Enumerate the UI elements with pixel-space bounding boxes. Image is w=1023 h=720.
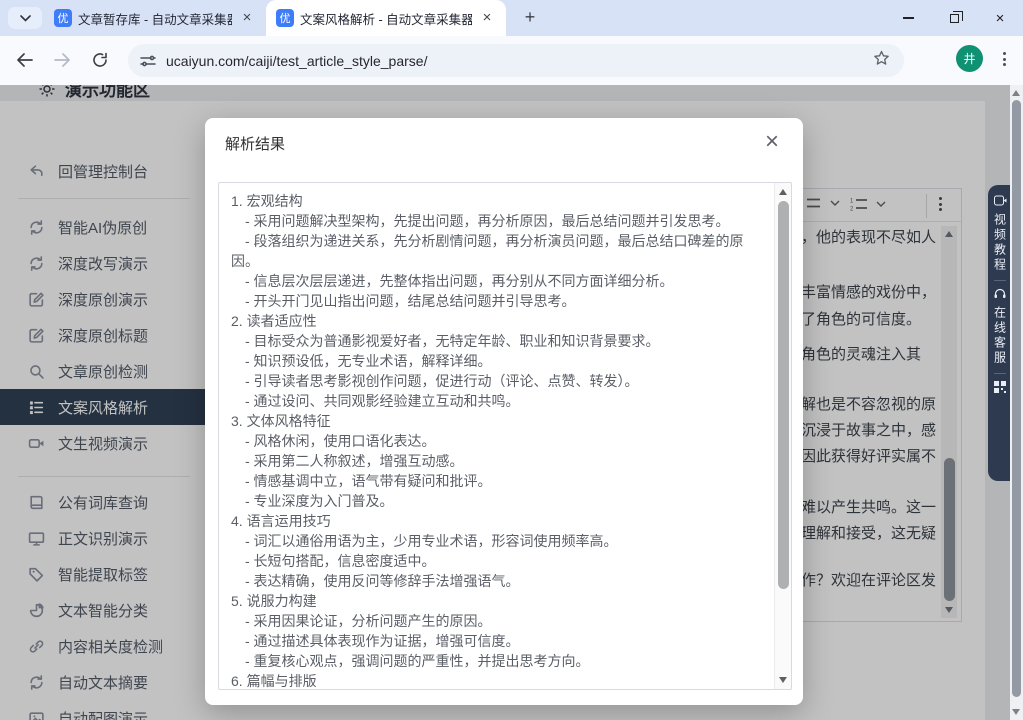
tab-close-icon[interactable]: ×	[478, 9, 496, 27]
tab-close-icon[interactable]: ×	[238, 9, 256, 27]
page-scrollbar[interactable]	[1010, 85, 1023, 720]
scroll-down-icon[interactable]	[1012, 709, 1020, 715]
scrollbar-thumb[interactable]	[1012, 100, 1021, 697]
result-line: - 信息层次层层递进，先整体指出问题，再分别从不同方面详细分析。	[231, 271, 770, 291]
scroll-down-icon[interactable]	[779, 677, 787, 683]
result-line: 5. 说服力构建	[231, 591, 770, 611]
widget-divider	[994, 280, 1006, 281]
scrollbar-thumb[interactable]	[778, 201, 789, 589]
result-line: - 风格休闲，使用口语化表达。	[231, 431, 770, 451]
window-minimize-button[interactable]	[885, 0, 931, 36]
kebab-icon	[1003, 52, 1006, 55]
tab-article-storage[interactable]: 优 文章暂存库 - 自动文章采集器-优 ×	[44, 0, 266, 36]
floating-service-widget[interactable]: 视频教程 在线客服	[988, 185, 1012, 481]
address-bar[interactable]: ucaiyun.com/caiji/test_article_style_par…	[128, 44, 904, 77]
result-line: - 词汇以通俗用语为主，少用专业术语，形容词使用频率高。	[231, 531, 770, 551]
minimize-icon	[903, 17, 914, 18]
window-restore-button[interactable]	[931, 0, 977, 36]
site-favicon: 优	[54, 9, 72, 27]
result-line: - 通过设问、共同观影经验建立互动和共鸣。	[231, 391, 770, 411]
profile-avatar[interactable]: 井	[956, 45, 983, 72]
tab-style-parse[interactable]: 优 文案风格解析 - 自动文章采集器 ×	[266, 0, 506, 36]
scroll-up-icon[interactable]	[1012, 90, 1020, 96]
parse-result-text: 1. 宏观结构 - 采用问题解决型架构，先提出问题，再分析原因，最后总结问题并引…	[219, 183, 774, 689]
reload-icon	[92, 52, 108, 68]
result-line: - 引导读者思考影视创作问题，促进行动（评论、点赞、转发）。	[231, 371, 770, 391]
chevron-down-icon	[20, 15, 31, 22]
tab-title: 文章暂存库 - 自动文章采集器-优	[78, 9, 232, 28]
result-line: - 采用因果论证，分析问题产生的原因。	[231, 611, 770, 631]
star-icon	[873, 50, 890, 66]
dialog-title: 解析结果	[225, 133, 285, 154]
result-line: - 采用第二人称叙述，增强互动感。	[231, 451, 770, 471]
url-text: ucaiyun.com/caiji/test_article_style_par…	[166, 53, 873, 69]
page-viewport: 演示功能区 回管理控制台 智能AI伪原创 深度改写演示 深度原创演示 深度原创标…	[0, 85, 1023, 720]
browser-tabstrip: 优 文章暂存库 - 自动文章采集器-优 × 优 文案风格解析 - 自动文章采集器…	[0, 0, 1023, 36]
result-line: - 采用问题解决型架构，先提出问题，再分析原因，最后总结问题并引发思考。	[231, 211, 770, 231]
video-tutorial-icon	[994, 195, 1007, 206]
qr-code-icon[interactable]	[994, 381, 1006, 393]
browser-menu-button[interactable]	[993, 48, 1015, 70]
result-line: 2. 读者适应性	[231, 311, 770, 331]
result-line: - 通过描述具体表现作为证据，增强可信度。	[231, 631, 770, 651]
restore-icon	[950, 14, 959, 23]
result-line: 1. 宏观结构	[231, 191, 770, 211]
forward-button[interactable]	[48, 46, 76, 74]
result-line: - 情感基调中立，语气带有疑问和批评。	[231, 471, 770, 491]
scroll-up-icon[interactable]	[779, 189, 787, 195]
result-line: - 段落组织为递进关系，先分析剧情问题，再分析演员问题，最后总结口碑差的原	[231, 231, 770, 251]
dialog-close-button[interactable]: ×	[757, 127, 787, 157]
browser-toolbar: ucaiyun.com/caiji/test_article_style_par…	[0, 36, 1023, 85]
new-tab-button[interactable]: +	[518, 6, 542, 30]
result-line: - 表达精确，使用反问等修辞手法增强语气。	[231, 571, 770, 591]
result-line: - 知识预设低，无专业术语，解释详细。	[231, 351, 770, 371]
result-line: 因。	[231, 251, 770, 271]
result-scrollbar[interactable]	[774, 183, 791, 689]
widget-online-service[interactable]: 在线客服	[992, 306, 1009, 366]
headset-icon	[994, 288, 1006, 299]
widget-video-tutorial[interactable]: 视频教程	[992, 213, 1009, 273]
result-line: 6. 篇幅与排版	[231, 671, 770, 689]
bookmark-star-button[interactable]	[873, 50, 890, 71]
result-line: - 重复核心观点，强调问题的严重性，并提出思考方向。	[231, 651, 770, 671]
result-line: - 目标受众为普通影视爱好者，无特定年龄、职业和知识背景要求。	[231, 331, 770, 351]
site-favicon: 优	[276, 9, 294, 27]
window-close-button[interactable]: ×	[977, 0, 1023, 36]
result-line: - 专业深度为入门普及。	[231, 491, 770, 511]
reload-button[interactable]	[86, 46, 114, 74]
parse-result-box: 1. 宏观结构 - 采用问题解决型架构，先提出问题，再分析原因，最后总结问题并引…	[218, 182, 792, 690]
dialog-header: 解析结果	[205, 118, 803, 168]
forward-arrow-icon	[54, 53, 71, 67]
tab-title: 文案风格解析 - 自动文章采集器	[300, 9, 472, 28]
back-button[interactable]	[10, 46, 38, 74]
result-line: - 长短句搭配，信息密度适中。	[231, 551, 770, 571]
tab-search-button[interactable]	[8, 7, 42, 29]
result-line: 4. 语言运用技巧	[231, 511, 770, 531]
widget-divider	[994, 373, 1006, 374]
result-line: 3. 文体风格特征	[231, 411, 770, 431]
result-line: - 开头开门见山指出问题，结尾总结问题并引导思考。	[231, 291, 770, 311]
site-settings-icon	[140, 54, 156, 68]
parse-result-dialog: 解析结果 × 1. 宏观结构 - 采用问题解决型架构，先提出问题，再分析原因，最…	[205, 118, 803, 705]
back-arrow-icon	[16, 53, 33, 67]
